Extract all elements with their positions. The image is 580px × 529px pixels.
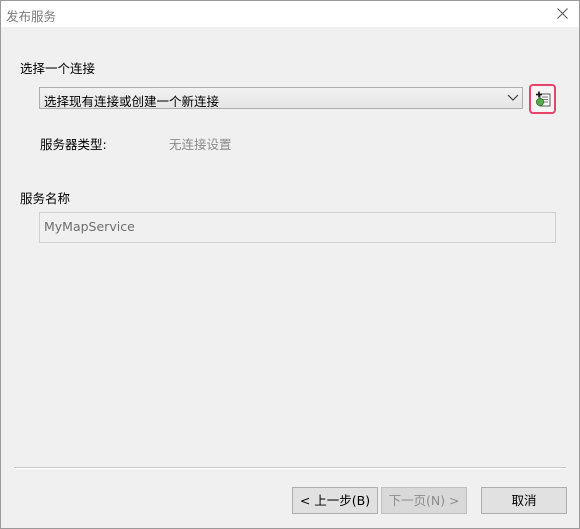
publish-service-dialog: 发布服务 选择一个连接 选择现有连接或创建一个新连接 服务器类型: 无连接设置 …	[0, 0, 580, 529]
server-type-value: 无连接设置	[169, 137, 232, 152]
close-button[interactable]	[549, 2, 577, 26]
service-name-label: 服务名称	[20, 191, 71, 206]
close-icon	[557, 8, 568, 19]
window-title: 发布服务	[6, 9, 57, 24]
back-button[interactable]: < 上一步(B)	[292, 487, 378, 514]
service-name-input[interactable]: MyMapService	[39, 212, 556, 243]
add-server-connection-icon	[536, 91, 551, 107]
next-button[interactable]: 下一页(N) >	[381, 487, 467, 514]
service-name-value: MyMapService	[44, 219, 135, 234]
connection-select[interactable]: 选择现有连接或创建一个新连接	[39, 87, 523, 109]
cancel-button[interactable]: 取消	[481, 487, 567, 514]
footer-divider	[14, 467, 566, 469]
connection-label: 选择一个连接	[20, 61, 96, 76]
add-server-connection-button[interactable]	[529, 84, 556, 114]
server-type-label: 服务器类型:	[40, 137, 107, 152]
title-bar: 发布服务	[1, 1, 579, 27]
chevron-down-icon	[507, 94, 519, 101]
connection-select-value: 选择现有连接或创建一个新连接	[44, 94, 220, 109]
